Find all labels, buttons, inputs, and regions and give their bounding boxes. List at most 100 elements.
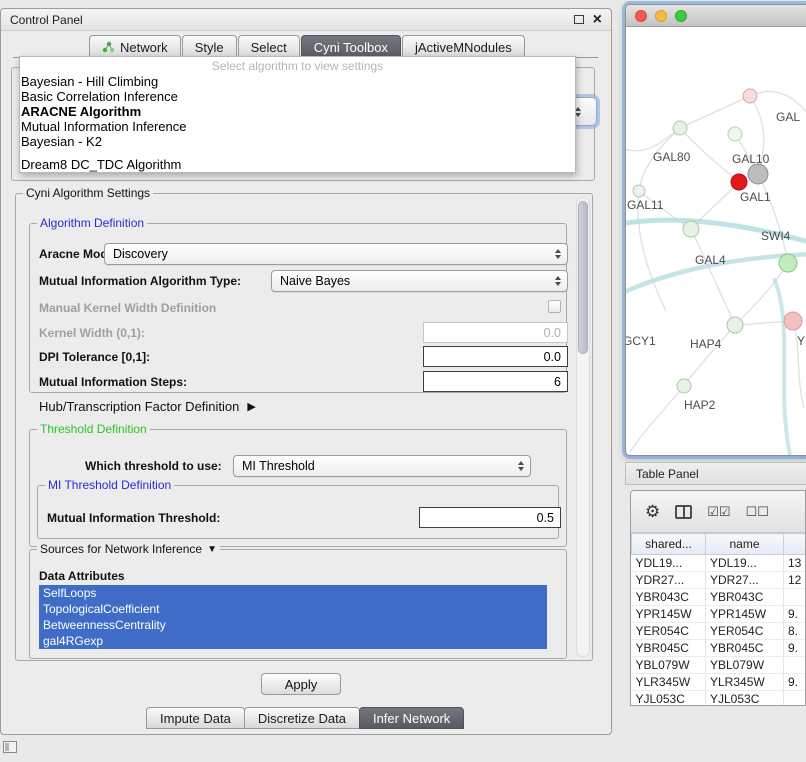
mi-threshold-definition-title: MI Threshold Definition <box>48 478 171 492</box>
apply-button[interactable]: Apply <box>261 673 341 695</box>
mi-threshold-field[interactable] <box>419 507 561 528</box>
kernel-width-field <box>423 322 568 343</box>
algorithm-option[interactable]: Mutual Information Inference <box>20 120 575 135</box>
algorithm-option[interactable]: Basic Correlation Inference <box>20 90 575 105</box>
column-header-name[interactable]: name <box>706 534 784 555</box>
tab-style[interactable]: Style <box>182 35 237 58</box>
network-node[interactable] <box>728 127 742 141</box>
manual-kernel-width-checkbox[interactable] <box>548 300 561 313</box>
minimized-panel-icon[interactable] <box>3 741 17 753</box>
mi-steps-label: Mutual Information Steps: <box>39 375 187 389</box>
network-node-label: Y <box>797 334 805 348</box>
combo-arrows-icon <box>555 276 561 286</box>
control-panel-title: Control Panel <box>10 13 83 27</box>
network-node[interactable] <box>633 185 645 197</box>
titlebar-buttons: × <box>574 15 602 25</box>
control-panel-tabs: Network Style Select Cyni Toolbox jActiv… <box>89 35 525 58</box>
algorithm-option-selected[interactable]: ARACNE Algorithm <box>20 105 575 120</box>
column-header-shared-name[interactable]: shared... <box>632 534 706 555</box>
network-node[interactable] <box>784 312 802 330</box>
expanded-arrow-icon[interactable]: ▼ <box>207 544 217 555</box>
algorithm-dropdown-placeholder: Select algorithm to view settings <box>20 59 575 75</box>
mac-minimize-button[interactable] <box>655 10 667 22</box>
manual-kernel-width-label: Manual Kernel Width Definition <box>39 301 216 315</box>
table-row[interactable]: YBR043CYBR043C <box>632 589 806 606</box>
hub-definition-label: Hub/Transcription Factor Definition <box>39 399 239 414</box>
table-panel-titlebar: Table Panel <box>625 462 806 485</box>
combo-arrows-icon <box>518 461 524 471</box>
tab-label: Select <box>251 40 287 55</box>
kernel-width-label: Kernel Width (0,1): <box>39 326 145 340</box>
tab-cyni-toolbox[interactable]: Cyni Toolbox <box>301 35 401 58</box>
tab-discretize-data[interactable]: Discretize Data <box>244 707 360 729</box>
gear-icon[interactable]: ⚙ <box>645 502 660 522</box>
network-view-window: GAL80 GAL10 GAL11 GAL1 SWI4 GAL4 GCY1 HA… <box>625 4 806 456</box>
attribute-item-selected[interactable]: TopologicalCoefficient <box>39 601 547 617</box>
table-row[interactable]: YBR045CYBR045C9. <box>632 640 806 657</box>
tab-label: Cyni Toolbox <box>314 40 388 55</box>
tab-label: Network <box>120 40 168 55</box>
network-node[interactable] <box>743 89 757 103</box>
attribute-item-selected[interactable]: BetweennessCentrality <box>39 617 547 633</box>
mi-steps-field[interactable] <box>423 371 568 392</box>
mi-threshold-label: Mutual Information Threshold: <box>47 511 220 525</box>
network-node[interactable] <box>779 254 797 272</box>
network-node[interactable] <box>673 121 687 135</box>
tab-infer-network[interactable]: Infer Network <box>359 707 464 729</box>
tab-jactivemnodules[interactable]: jActiveMNodules <box>402 35 525 58</box>
algorithm-dropdown-list: Select algorithm to view settings Bayesi… <box>19 56 576 173</box>
algorithm-option[interactable]: Dream8 DC_TDC Algorithm <box>20 158 575 173</box>
sources-group-title[interactable]: Sources for Network Inference <box>40 542 202 556</box>
settings-group-title: Cyni Algorithm Settings <box>26 186 150 200</box>
settings-scrollbar[interactable] <box>576 197 590 657</box>
network-node-labels: GAL80 GAL10 GAL11 GAL1 SWI4 GAL4 GCY1 HA… <box>626 110 805 412</box>
network-node-red[interactable] <box>731 174 747 190</box>
attribute-item-selected[interactable]: SelfLoops <box>39 585 547 601</box>
tab-label: Style <box>195 40 224 55</box>
settings-scrollbar-thumb[interactable] <box>578 201 588 354</box>
attribute-item-selected[interactable]: gal4RGexp <box>39 633 547 649</box>
control-panel-window: Control Panel × Network Style Select Cyn… <box>0 8 612 735</box>
hub-definition-header[interactable]: Hub/Transcription Factor Definition ▶ <box>39 399 256 414</box>
which-threshold-select[interactable]: MI Threshold <box>233 455 531 477</box>
screen: Control Panel × Network Style Select Cyn… <box>0 0 806 762</box>
close-panel-icon[interactable]: × <box>593 15 602 25</box>
tab-network[interactable]: Network <box>89 35 181 58</box>
deselect-all-icon[interactable]: ☐☐ <box>746 504 769 520</box>
network-node-label: GCY1 <box>626 334 656 348</box>
network-node-label: GAL4 <box>695 253 726 267</box>
column-header-extra[interactable] <box>784 534 806 555</box>
network-node-label: GAL11 <box>627 198 664 212</box>
mac-close-button[interactable] <box>635 10 647 22</box>
table-row[interactable]: YLR345WYLR345W9. <box>632 674 806 691</box>
algorithm-definition-title: Algorithm Definition <box>40 216 144 230</box>
table-row[interactable]: YBL079WYBL079W <box>632 657 806 674</box>
network-canvas[interactable]: GAL80 GAL10 GAL11 GAL1 SWI4 GAL4 GCY1 HA… <box>626 28 806 455</box>
network-node-label: GAL1 <box>740 190 771 204</box>
data-attributes-list: SelfLoops TopologicalCoefficient Between… <box>39 585 547 649</box>
network-node[interactable] <box>683 221 699 237</box>
table-row[interactable]: YER054CYER054C8. <box>632 623 806 640</box>
select-all-icon[interactable]: ☑☑ <box>707 504 730 520</box>
tab-impute-data[interactable]: Impute Data <box>146 707 245 729</box>
network-node[interactable] <box>748 164 768 184</box>
mac-zoom-button[interactable] <box>675 10 687 22</box>
tab-select[interactable]: Select <box>238 35 300 58</box>
aracne-mode-select[interactable]: Discovery <box>104 243 568 265</box>
algorithm-option[interactable]: Bayesian - Hill Climbing <box>20 75 575 90</box>
table-row[interactable]: YPR145WYPR145W9. <box>632 606 806 623</box>
network-node-label: HAP4 <box>690 337 722 351</box>
mi-algorithm-type-select[interactable]: Naive Bayes <box>271 270 568 292</box>
which-threshold-value: MI Threshold <box>234 459 518 473</box>
columns-icon[interactable] <box>675 505 692 519</box>
float-panel-icon[interactable] <box>574 15 584 24</box>
network-node[interactable] <box>727 317 743 333</box>
network-node[interactable] <box>677 379 691 393</box>
table-row[interactable]: YDR27...YDR27...12 <box>632 572 806 589</box>
table-panel-title: Table Panel <box>636 467 699 481</box>
dpi-tolerance-field[interactable] <box>423 346 568 367</box>
combo-arrows-icon <box>555 249 561 259</box>
algorithm-option[interactable]: Bayesian - K2 <box>20 135 575 150</box>
table-row[interactable]: YJL053CYJL053C <box>632 691 806 707</box>
table-row[interactable]: YDL19...YDL19...13 <box>632 555 806 572</box>
